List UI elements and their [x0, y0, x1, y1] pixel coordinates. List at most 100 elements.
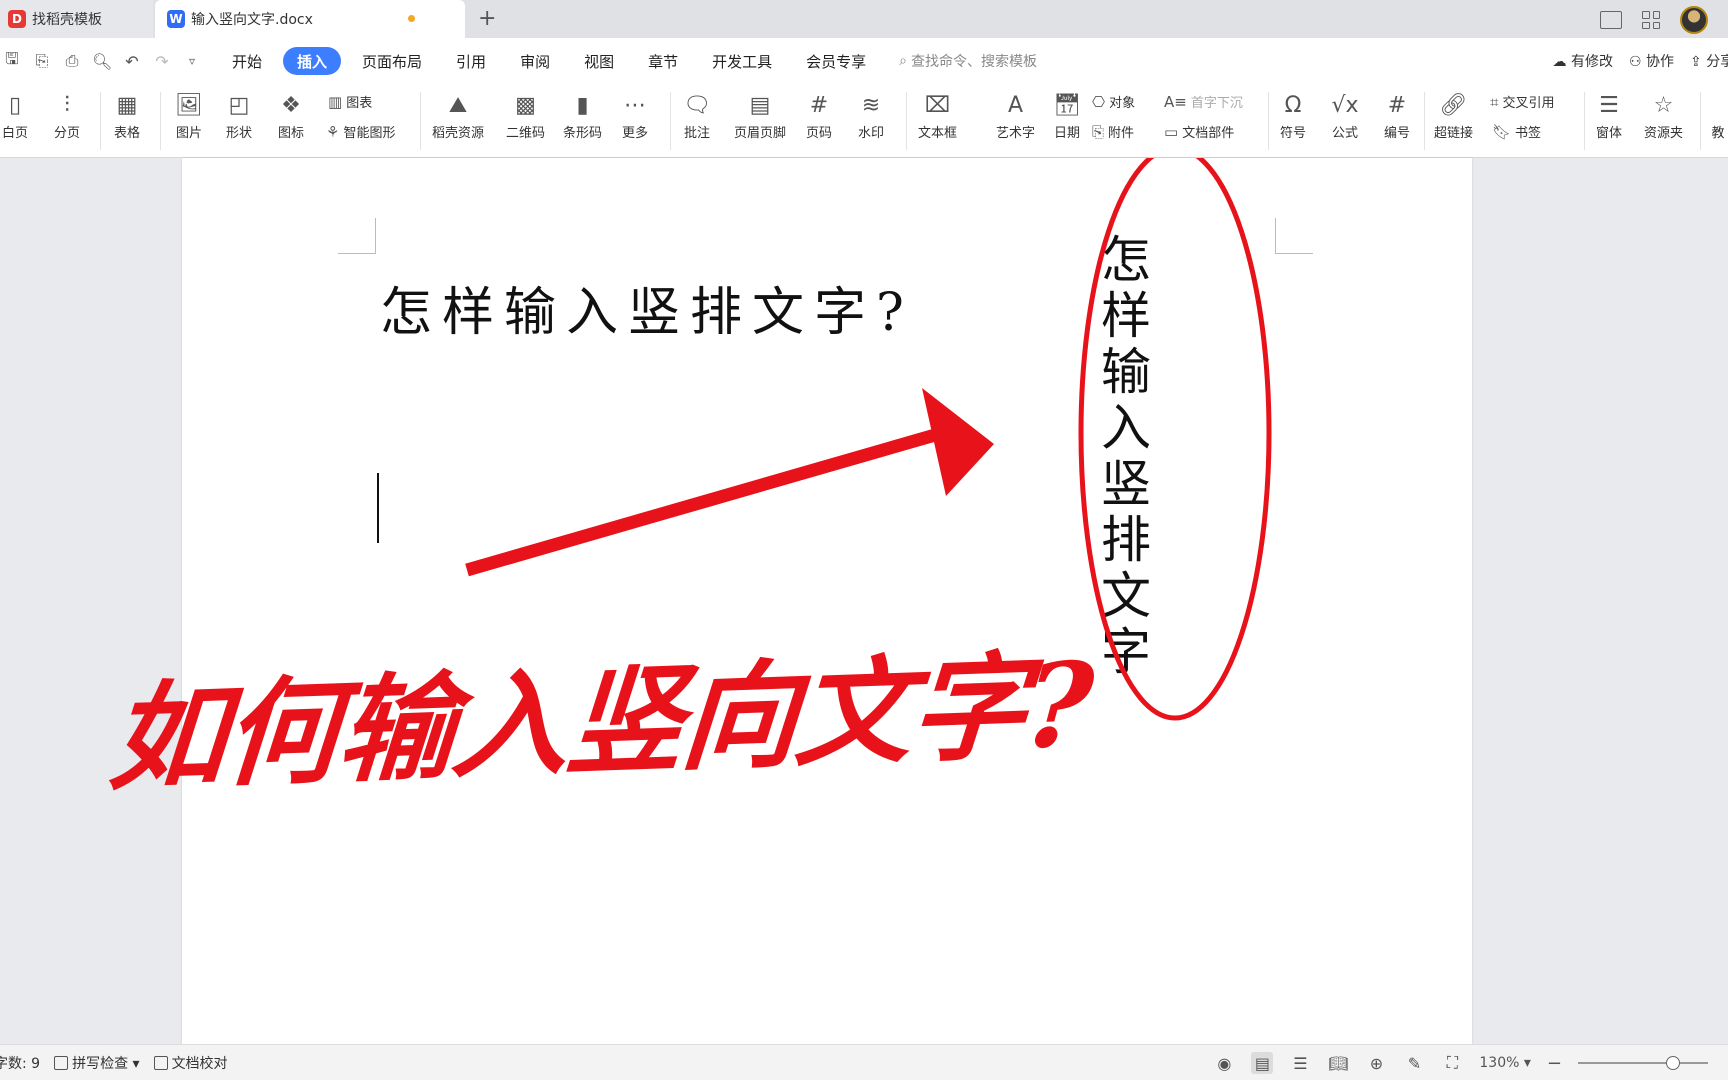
unsaved-indicator: [408, 15, 415, 22]
zoom-level[interactable]: 130% ▾: [1479, 1055, 1531, 1071]
chart-icon: ▥: [328, 92, 343, 111]
chart-button[interactable]: ▥ 图表: [328, 92, 372, 112]
docer-resources-button[interactable]: ⛰ 稻壳资源: [432, 88, 484, 142]
page-break-button[interactable]: ⫶ 分页: [52, 88, 82, 142]
page-view-icon[interactable]: ▤: [1251, 1052, 1274, 1074]
save-icon[interactable]: 🖫: [2, 48, 22, 75]
page-break-icon: ⫶: [64, 92, 70, 118]
picture-button[interactable]: 🖼︎ 图片: [174, 88, 204, 142]
table-button[interactable]: ▦ 表格: [112, 88, 142, 142]
textbox-button[interactable]: ⌧ 文本框: [918, 88, 957, 142]
undo-icon[interactable]: ↶: [122, 52, 142, 71]
share-button[interactable]: ⇪ 分享: [1690, 51, 1728, 71]
object-button[interactable]: ⎔ 对象: [1092, 92, 1135, 112]
smart-art-button[interactable]: ⚘ 智能图形: [326, 122, 395, 142]
icons-button[interactable]: ❖ 图标: [276, 88, 306, 142]
cross-reference-button[interactable]: ⌗ 交叉引用: [1490, 92, 1554, 112]
zoom-slider-handle[interactable]: [1666, 1056, 1680, 1070]
export-icon[interactable]: ⎘: [32, 51, 52, 71]
form-icon: ☰: [1599, 92, 1619, 118]
symbol-button[interactable]: Ω 符号: [1278, 88, 1308, 142]
search-input[interactable]: 查找命令、搜索模板: [911, 51, 1037, 71]
doc-parts-button[interactable]: ▭ 文档部件: [1164, 122, 1234, 142]
hyperlink-button[interactable]: 🔗︎ 超链接: [1434, 88, 1473, 142]
status-bar: 字数: 9 拼写检查 ▾ 文档校对 ◉ ▤ ☰ 📖︎ ⊕ ✎ ⛶ 130% ▾ …: [0, 1044, 1728, 1080]
text-cursor: [377, 473, 379, 543]
formula-button[interactable]: √x 公式: [1330, 88, 1360, 142]
more-button[interactable]: ⋯ 更多: [620, 88, 650, 142]
web-view-icon[interactable]: ⊕: [1365, 1052, 1387, 1074]
bookmark-button[interactable]: 🔖︎ 书签: [1492, 122, 1541, 142]
object-icon: ⎔: [1092, 92, 1106, 111]
menu-developer[interactable]: 开发工具: [695, 47, 789, 75]
zoom-slider[interactable]: [1578, 1056, 1708, 1070]
command-search[interactable]: ⌕ 查找命令、搜索模板: [899, 51, 1037, 71]
doc-proof-button[interactable]: 文档校对: [153, 1053, 228, 1073]
page-number-button[interactable]: # 页码: [804, 88, 834, 142]
menu-page-layout[interactable]: 页面布局: [345, 47, 439, 75]
form-button[interactable]: ☰ 窗体: [1594, 88, 1624, 142]
print-icon[interactable]: ⎙: [62, 51, 82, 71]
redo-icon[interactable]: ↷: [152, 52, 172, 71]
arrow-shaft: [465, 426, 944, 577]
resource-folder-button[interactable]: ☆ 资源夹: [1644, 88, 1683, 142]
tab-document[interactable]: W 输入竖向文字.docx: [155, 0, 465, 38]
barcode-icon: ▮: [576, 92, 589, 118]
write-view-icon[interactable]: ✎: [1403, 1052, 1425, 1074]
numbering-button[interactable]: # 编号: [1382, 88, 1412, 142]
margin-marker-top-left: [338, 218, 376, 254]
menu-insert[interactable]: 插入: [283, 47, 342, 75]
tab-label: 输入竖向文字.docx: [191, 12, 313, 28]
reading-view-icon[interactable]: 📖︎: [1327, 1052, 1349, 1074]
tab-docer-templates[interactable]: D 找稻壳模板: [0, 0, 153, 38]
attachment-button[interactable]: ⎘ 附件: [1092, 122, 1134, 142]
menu-chapter[interactable]: 章节: [631, 47, 695, 75]
smart-art-icon: ⚘: [326, 122, 340, 141]
header-footer-button[interactable]: ▤ 页眉页脚: [734, 88, 786, 142]
window-layout-icon[interactable]: [1600, 11, 1622, 29]
word-count[interactable]: 字数: 9: [0, 1053, 40, 1073]
document-page[interactable]: 怎样输入竖排文字? 怎样输入竖排文字 如何输入竖向文字?: [105, 158, 1472, 1044]
fit-page-icon[interactable]: ⛶: [1441, 1052, 1463, 1074]
outline-view-icon[interactable]: ☰: [1289, 1052, 1311, 1074]
menu-references[interactable]: 引用: [439, 47, 503, 75]
menu-member[interactable]: 会员专享: [789, 47, 883, 75]
watermark-button[interactable]: ≋ 水印: [856, 88, 886, 142]
wordart-icon: A: [1007, 92, 1024, 118]
zoom-out-icon[interactable]: −: [1547, 1053, 1562, 1074]
document-canvas[interactable]: 怎样输入竖排文字? 怎样输入竖排文字 如何输入竖向文字?: [0, 158, 1728, 1044]
tab-label: 找稻壳模板: [32, 12, 102, 28]
menu-bar: 🖫 ⎘ ⎙ 🔍︎ ↶ ↷ ▿ 开始 插入 页面布局 引用 审阅 视图 章节 开发…: [0, 38, 1728, 84]
menu-view[interactable]: 视图: [567, 47, 631, 75]
menu-review[interactable]: 审阅: [503, 47, 567, 75]
star-folder-icon: ☆: [1653, 92, 1674, 118]
comment-button[interactable]: 🗨︎ 批注: [682, 88, 712, 142]
eye-protection-icon[interactable]: ◉: [1213, 1052, 1235, 1074]
paperclip-icon: ⎘: [1092, 122, 1105, 141]
blank-page-icon: ▯: [8, 92, 22, 118]
cloud-sync-status[interactable]: ☁ 有修改: [1553, 51, 1613, 71]
collaborate-button[interactable]: ⚇ 协作: [1629, 51, 1674, 71]
document-heading[interactable]: 怎样输入竖排文字?: [380, 270, 914, 345]
drop-cap-button[interactable]: A≡ 首字下沉: [1164, 92, 1243, 112]
spell-check-toggle[interactable]: 拼写检查 ▾: [54, 1053, 140, 1073]
blank-page-button[interactable]: ▯ 白页: [0, 88, 30, 142]
menu-home[interactable]: 开始: [215, 47, 279, 75]
picture-icon: 🖼︎: [175, 92, 203, 118]
arrow-head: [922, 388, 994, 496]
avatar[interactable]: [1680, 6, 1708, 34]
teach-button[interactable]: 教: [1708, 88, 1728, 141]
omega-icon: Ω: [1284, 92, 1302, 118]
page-number-icon: #: [809, 92, 829, 118]
docer-logo-icon: D: [8, 10, 26, 28]
date-button[interactable]: 📅︎ 日期: [1052, 88, 1082, 142]
barcode-button[interactable]: ▮ 条形码: [563, 88, 602, 142]
apps-grid-icon[interactable]: [1642, 11, 1660, 29]
wordart-button[interactable]: A 艺术字: [996, 88, 1035, 142]
shape-button[interactable]: ◰ 形状: [224, 88, 254, 142]
new-tab-button[interactable]: +: [478, 6, 496, 31]
shape-icon: ◰: [228, 92, 250, 118]
customize-dropdown-icon[interactable]: ▿: [182, 54, 202, 68]
qrcode-button[interactable]: ▩ 二维码: [506, 88, 545, 142]
print-preview-icon[interactable]: 🔍︎: [92, 52, 112, 71]
